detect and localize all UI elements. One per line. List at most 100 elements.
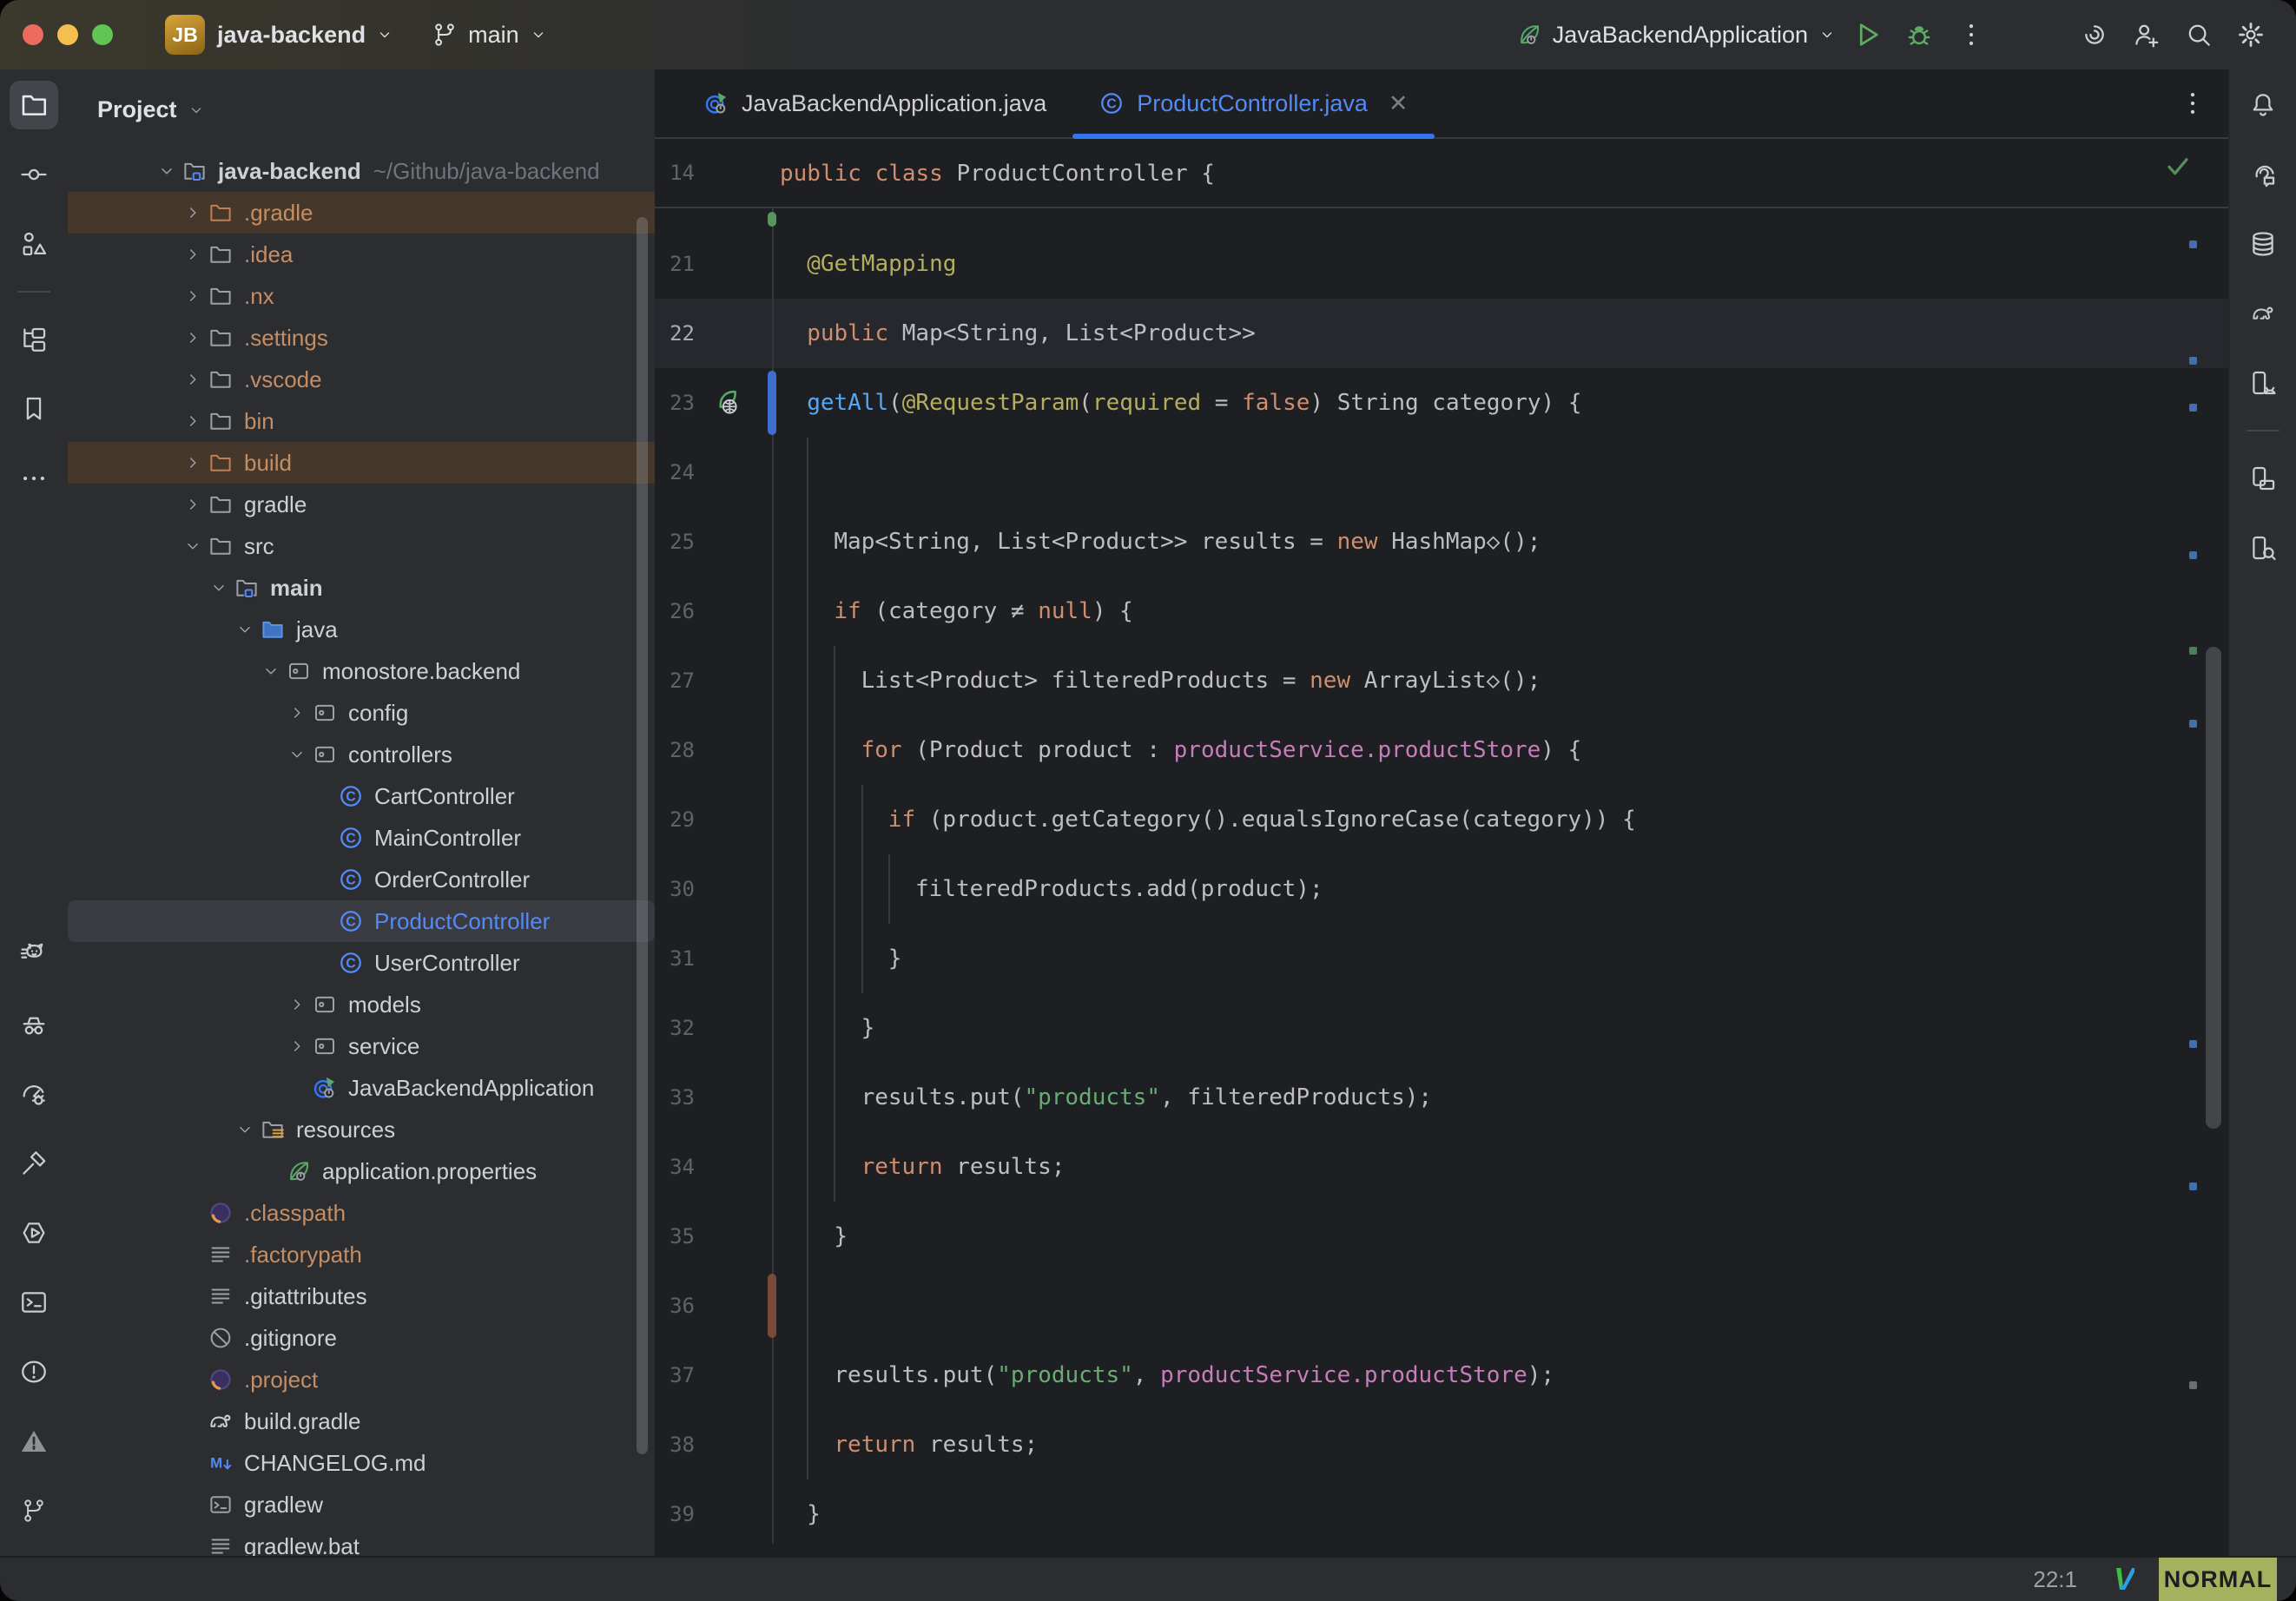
project-widget[interactable]: java-backend [217,22,393,49]
gutter-line-34[interactable]: 34 [655,1132,780,1202]
code-line-27[interactable]: 27List<Product> filteredProducts = new A… [655,646,2228,715]
chevron-right-icon[interactable] [180,245,206,264]
run-button[interactable] [1844,12,1890,57]
debug-button[interactable] [1897,12,1942,57]
stripe-mark[interactable] [2189,404,2197,412]
structure-button[interactable] [10,220,58,268]
caret-position[interactable]: 22:1 [2033,1566,2077,1593]
code-line-32[interactable]: 32} [655,993,2228,1063]
code-line-30[interactable]: 30filteredProducts.add(product); [655,854,2228,924]
code-text-26[interactable]: if (category ≠ null) { [780,576,2228,646]
gutter-line-31[interactable]: 31 [655,924,780,993]
ai-assistant-button[interactable] [2072,12,2117,57]
tree-item-productcontroller[interactable]: CProductController [68,900,655,942]
code-text-33[interactable]: results.put("products", filteredProducts… [780,1063,2228,1132]
run-configuration-widget[interactable]: JavaBackendApplication [1516,22,1836,49]
dash-cat-button[interactable] [10,931,58,979]
code-line-36[interactable]: 36 [655,1271,2228,1341]
vim-mode-badge[interactable]: NORMAL [2159,1558,2277,1601]
code-line-23[interactable]: 23getAll(@RequestParam(required = false)… [655,368,2228,438]
tree-item-build-gradle[interactable]: build.gradle [68,1400,655,1442]
code-text-25[interactable]: Map<String, List<Product>> results = new… [780,507,2228,576]
code-line-37[interactable]: 37results.put("products", productService… [655,1341,2228,1410]
profiler-button[interactable] [10,1070,58,1118]
stripe-mark[interactable] [2189,240,2197,248]
tree-item--gradle[interactable]: .gradle [68,192,655,234]
chevron-down-icon[interactable] [258,662,284,681]
code-text-39[interactable]: } [780,1479,2228,1549]
tree-item-changelog-md[interactable]: MCHANGELOG.md [68,1442,655,1484]
hierarchy-button[interactable] [10,315,58,364]
code-text-27[interactable]: List<Product> filteredProducts = new Arr… [780,646,2228,715]
tree-item-cartcontroller[interactable]: CCartController [68,775,655,817]
code-text-24[interactable] [780,438,2228,507]
more-run-options-button[interactable] [1949,12,1994,57]
tree-item-controllers[interactable]: controllers [68,734,655,775]
tree-item-src[interactable]: src [68,525,655,567]
tree-item-build[interactable]: build [68,442,655,484]
gutter-line-25[interactable]: 25 [655,507,780,576]
chevron-right-icon[interactable] [180,328,206,347]
stripe-mark[interactable] [2189,1040,2197,1048]
code-text-28[interactable]: for (Product product : productService.pr… [780,715,2228,785]
chevron-right-icon[interactable] [180,287,206,306]
tree-item--factorypath[interactable]: .factorypath [68,1234,655,1275]
code-line-28[interactable]: 28for (Product product : productService.… [655,715,2228,785]
code-line-31[interactable]: 31} [655,924,2228,993]
vcs-deleted-marker[interactable] [768,1274,776,1338]
problems-button[interactable] [10,1347,58,1396]
vcs-added-marker[interactable] [768,212,776,227]
code-text-31[interactable]: } [780,924,2228,993]
tree-item-models[interactable]: models [68,984,655,1025]
project-panel-header[interactable]: Project [68,69,655,150]
tab-options-kebab-icon[interactable] [2178,89,2207,118]
code-line-24[interactable]: 24 [655,438,2228,507]
tree-item-monostore-backend[interactable]: monostore.backend [68,650,655,692]
gutter-line-24[interactable]: 24 [655,438,780,507]
code-text-32[interactable]: } [780,993,2228,1063]
stripe-mark[interactable] [2189,357,2197,365]
tree-item-java[interactable]: java [68,609,655,650]
zoom-window-button[interactable] [92,24,113,45]
gutter-line-33[interactable]: 33 [655,1063,780,1132]
tree-item-main[interactable]: main [68,567,655,609]
tree-item--idea[interactable]: .idea [68,234,655,275]
tree-item-gradlew-bat[interactable]: gradlew.bat [68,1525,655,1556]
tree-item--classpath[interactable]: .classpath [68,1192,655,1234]
stripe-mark[interactable] [2189,720,2197,728]
code-text-34[interactable]: return results; [780,1132,2228,1202]
tree-item-application-properties[interactable]: application.properties [68,1150,655,1192]
database-button[interactable] [2239,220,2287,268]
tree-item-gradle[interactable]: gradle [68,484,655,525]
code-line-22[interactable]: 22public Map<String, List<Product>> [655,299,2228,368]
settings-button[interactable] [2228,12,2273,57]
tree-item--gitignore[interactable]: .gitignore [68,1317,655,1359]
code-with-me-button[interactable] [2124,12,2169,57]
tree-item--project[interactable]: .project [68,1359,655,1400]
services-button[interactable] [10,1209,58,1257]
terminal-button[interactable] [10,1278,58,1327]
chevron-down-icon[interactable] [154,161,180,181]
chevron-right-icon[interactable] [180,412,206,431]
code-line-33[interactable]: 33results.put("products", filteredProduc… [655,1063,2228,1132]
gutter-line-30[interactable]: 30 [655,854,780,924]
code-line-34[interactable]: 34return results; [655,1132,2228,1202]
chevron-right-icon[interactable] [284,995,310,1014]
code-text-29[interactable]: if (product.getCategory().equalsIgnoreCa… [780,785,2228,854]
notifications-warning-button[interactable] [10,1417,58,1466]
chevron-right-icon[interactable] [284,1037,310,1056]
code-line-35[interactable]: 35} [655,1202,2228,1271]
gutter-line-29[interactable]: 29 [655,785,780,854]
bookmarks-button[interactable] [10,385,58,433]
chevron-right-icon[interactable] [180,370,206,389]
running-devices-button[interactable] [2239,454,2287,503]
vcs-changed-marker[interactable] [768,371,776,435]
ideavim-icon[interactable]: V [2114,1561,2134,1598]
gutter-line-38[interactable]: 38 [655,1410,780,1479]
chevron-right-icon[interactable] [284,703,310,722]
tree-item--vscode[interactable]: .vscode [68,359,655,400]
chevron-down-icon[interactable] [180,537,206,556]
chevron-right-icon[interactable] [180,495,206,514]
stripe-mark[interactable] [2189,647,2197,655]
incognito-button[interactable] [10,1000,58,1049]
